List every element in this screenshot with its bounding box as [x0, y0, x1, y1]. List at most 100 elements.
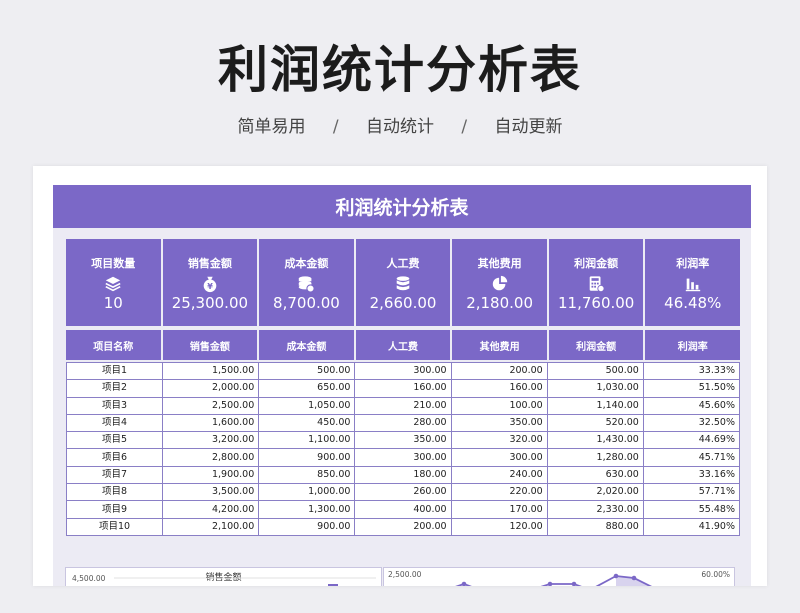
hero-subtitle: 简单易用 / 自动统计 / 自动更新	[0, 112, 800, 137]
subtitle-separator: /	[461, 117, 468, 137]
kpi-card-profit-rate: 利润率 46.48%	[645, 239, 741, 326]
value-cell[interactable]: 2,330.00	[546, 500, 644, 519]
value-cell[interactable]: 33.16%	[642, 465, 741, 485]
value-cell[interactable]: 240.00	[450, 465, 548, 485]
value-cell[interactable]: 57.71%	[642, 483, 741, 502]
value-cell[interactable]: 880.00	[546, 517, 644, 536]
value-cell[interactable]: 100.00	[450, 396, 548, 415]
value-cell[interactable]: 160.00	[450, 379, 548, 398]
value-cell[interactable]: 650.00	[258, 379, 356, 398]
value-cell[interactable]: 200.00	[354, 517, 452, 536]
value-cell[interactable]: 220.00	[450, 483, 548, 502]
value-cell[interactable]: 1,030.00	[546, 379, 644, 398]
value-cell[interactable]: 41.90%	[642, 517, 741, 536]
value-cell[interactable]: 850.00	[258, 465, 356, 485]
value-cell[interactable]: 1,430.00	[546, 431, 644, 450]
value-cell[interactable]: 2,020.00	[546, 483, 644, 502]
value-cell[interactable]: 450.00	[258, 413, 356, 433]
kpi-card-project-count: 项目数量 10	[66, 239, 161, 326]
project-name-cell[interactable]: 项目8	[65, 483, 164, 502]
value-cell[interactable]: 32.50%	[642, 413, 741, 433]
value-cell[interactable]: 280.00	[354, 413, 452, 433]
value-cell[interactable]: 170.00	[450, 500, 548, 519]
value-cell[interactable]: 45.71%	[642, 448, 741, 467]
subtitle-easy: 简单易用	[237, 117, 306, 137]
table-row: 项目3 2,500.00 1,050.00 210.00 100.00 1,140.00 4…	[65, 396, 741, 415]
kpi-label: 销售金额	[187, 257, 232, 270]
value-cell[interactable]: 200.00	[450, 361, 548, 381]
project-name-cell[interactable]: 项目10	[65, 517, 164, 536]
line-point	[547, 581, 553, 586]
pie-icon	[492, 275, 507, 291]
value-cell[interactable]: 2,100.00	[162, 517, 260, 536]
kpi-label: 利润率	[676, 257, 710, 270]
project-name-cell[interactable]: 项目5	[65, 431, 164, 450]
value-cell[interactable]: 180.00	[354, 465, 452, 485]
kpi-card-sales: 销售金额 ¥ 25,300.00	[162, 239, 258, 326]
value-cell[interactable]: 160.00	[354, 379, 452, 398]
value-cell[interactable]: 1,140.00	[546, 396, 644, 415]
value-cell[interactable]: 1,600.00	[162, 413, 260, 433]
value-cell[interactable]: 3,500.00	[162, 483, 260, 502]
value-cell[interactable]: 33.33%	[642, 361, 741, 381]
value-cell[interactable]: 1,050.00	[258, 396, 356, 415]
right-y-tick-label: 60.00%	[701, 570, 730, 579]
value-cell[interactable]: 300.00	[354, 448, 452, 467]
sales-bar-chart: 销售金额 4,500.00	[65, 567, 382, 586]
subtitle-auto-update: 自动更新	[494, 117, 563, 137]
value-cell[interactable]: 500.00	[546, 361, 644, 381]
project-name-cell[interactable]: 项目2	[65, 379, 164, 398]
value-cell[interactable]: 55.48%	[642, 500, 741, 519]
bar-chart-icon	[685, 278, 700, 292]
value-cell[interactable]: 1,300.00	[258, 500, 356, 519]
value-cell[interactable]: 1,100.00	[258, 431, 356, 450]
table-row: 项目10 2,100.00 900.00 200.00 120.00 880.00 41.9…	[65, 517, 741, 536]
line-point	[461, 581, 467, 586]
kpi-card-labor: 人工费 2,660.00	[355, 239, 451, 326]
project-name-cell[interactable]: 项目3	[65, 396, 164, 415]
value-cell[interactable]: 520.00	[546, 413, 644, 433]
value-cell[interactable]: 51.50%	[642, 379, 741, 398]
table-row: 项目7 1,900.00 850.00 180.00 240.00 630.00 33.16…	[65, 465, 741, 485]
value-cell[interactable]: 350.00	[354, 431, 452, 450]
table-row: 项目1 1,500.00 500.00 300.00 200.00 500.00 33.33…	[65, 361, 741, 381]
value-cell[interactable]: 300.00	[450, 448, 548, 467]
value-cell[interactable]: 900.00	[258, 517, 356, 536]
value-cell[interactable]: 2,500.00	[162, 396, 260, 415]
spreadsheet-preview: 利润统计分析表 项目数量 10 销售金额 ¥ 25,300.00 成本金额 8,…	[33, 166, 767, 586]
project-name-cell[interactable]: 项目7	[65, 465, 164, 485]
value-cell[interactable]: 400.00	[354, 500, 452, 519]
value-cell[interactable]: 45.60%	[642, 396, 741, 415]
value-cell[interactable]: 1,900.00	[162, 465, 260, 485]
project-name-cell[interactable]: 项目6	[65, 448, 164, 467]
value-cell[interactable]: 350.00	[450, 413, 548, 433]
value-cell[interactable]: 630.00	[546, 465, 644, 485]
value-cell[interactable]: 1,000.00	[258, 483, 356, 502]
project-name-cell[interactable]: 项目9	[65, 500, 164, 519]
value-cell[interactable]: 44.69%	[642, 431, 741, 450]
value-cell[interactable]: 500.00	[258, 361, 356, 381]
value-cell[interactable]: 210.00	[354, 396, 452, 415]
value-cell[interactable]: 120.00	[450, 517, 548, 536]
value-cell[interactable]: 4,200.00	[162, 500, 260, 519]
value-cell[interactable]: 300.00	[354, 361, 452, 381]
sales-chart-svg: 4,500.00	[72, 574, 376, 586]
table-row: 项目5 3,200.00 1,100.00 350.00 320.00 1,430.00 4…	[65, 431, 741, 450]
subtitle-separator: /	[332, 117, 339, 137]
database-icon	[396, 276, 410, 291]
value-cell[interactable]: 900.00	[258, 448, 356, 467]
project-name-cell[interactable]: 项目1	[65, 361, 164, 381]
value-cell[interactable]: 3,200.00	[162, 431, 260, 450]
value-cell[interactable]: 1,280.00	[546, 448, 644, 467]
table-row: 项目6 2,800.00 900.00 300.00 300.00 1,280.00 45.…	[65, 448, 741, 467]
value-cell[interactable]: 320.00	[450, 431, 548, 450]
coin-stack-icon	[299, 276, 316, 293]
project-name-cell[interactable]: 项目4	[65, 413, 164, 433]
value-cell[interactable]: 2,000.00	[162, 379, 260, 398]
value-cell[interactable]: 260.00	[354, 483, 452, 502]
kpi-value: 2,660.00	[369, 294, 437, 312]
value-cell[interactable]: 2,800.00	[162, 448, 260, 467]
value-cell[interactable]: 1,500.00	[162, 361, 260, 381]
table-row: 项目9 4,200.00 1,300.00 400.00 170.00 2,330.00 5…	[65, 500, 741, 519]
kpi-value: 8,700.00	[273, 294, 340, 312]
